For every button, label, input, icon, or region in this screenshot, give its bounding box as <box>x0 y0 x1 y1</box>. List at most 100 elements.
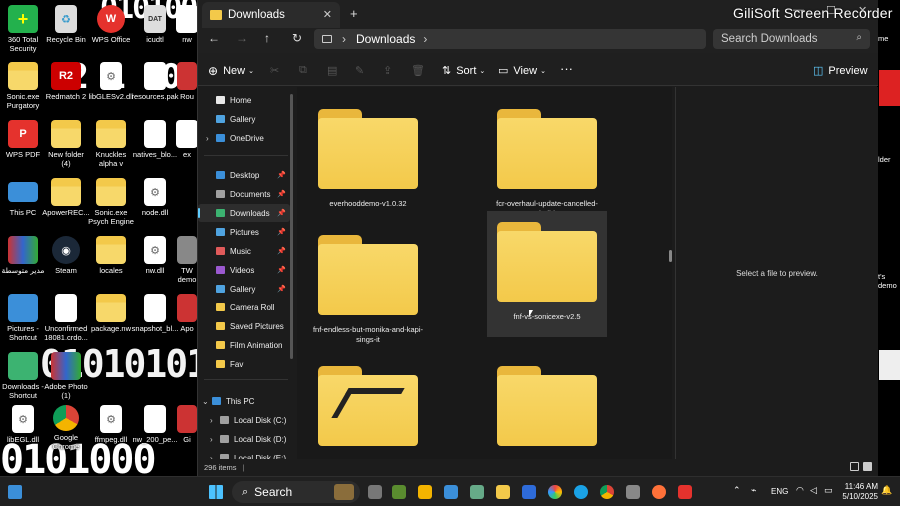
desktop-icon[interactable]: resources.pak <box>131 62 179 101</box>
nav-item[interactable]: Documents 📌 <box>198 185 290 203</box>
desktop-icon[interactable]: Rou <box>176 62 198 101</box>
chevron-right-icon[interactable]: › <box>342 32 346 46</box>
desktop-icon[interactable]: Google Chrome <box>43 405 89 451</box>
forward-arrow-icon[interactable]: → <box>236 31 248 45</box>
chevron-down-icon[interactable]: ⌄ <box>202 397 212 406</box>
nav-scrollbar[interactable] <box>290 94 293 359</box>
desktop-icon[interactable]: New folder (4) <box>43 120 89 168</box>
nav-item[interactable]: Home <box>198 91 290 109</box>
delete-icon[interactable]: 🗑 <box>411 64 425 77</box>
paste-icon[interactable]: ▤ <box>327 64 337 77</box>
widgets-icon[interactable] <box>8 485 22 499</box>
chevron-right-icon[interactable]: › <box>206 134 216 143</box>
nav-item[interactable]: Camera Roll <box>198 298 290 316</box>
app-cube-icon[interactable] <box>418 485 432 499</box>
chrome-icon[interactable] <box>600 485 614 499</box>
file-tile[interactable]: fnf-vs-sonicexe-v2.5 <box>487 211 607 337</box>
desktop-icon[interactable]: nw_200_pe... <box>132 405 178 444</box>
nav-item[interactable]: Gallery <box>198 110 290 128</box>
desktop-icon[interactable]: ◉ Steam <box>43 236 89 275</box>
desktop-icon[interactable]: ⚙ ffmpeg.dll <box>88 405 134 444</box>
desktop-icon[interactable]: natives_blo... <box>132 120 178 159</box>
file-tile[interactable]: fnf-endless-but-monika-and-kapi-sings-it <box>308 224 428 350</box>
nav-item[interactable]: Desktop 📌 <box>198 166 290 184</box>
desktop-icon[interactable]: ♻ Recycle Bin <box>43 5 89 44</box>
content-scrollbar[interactable] <box>669 250 672 262</box>
desktop-edge-app-icon[interactable] <box>879 70 900 106</box>
wifi-icon[interactable]: ◠ <box>796 485 804 496</box>
desktop-icon[interactable]: ⚙ nw.dll <box>132 236 178 275</box>
nav-item[interactable]: Fav <box>198 355 290 373</box>
desktop-icon[interactable]: +360 Total Security <box>0 5 46 53</box>
nav-item[interactable]: › Local Disk (D:) <box>198 430 290 448</box>
desktop-icon[interactable]: Unconfirmed 18081.crdo... <box>43 294 89 342</box>
file-tile[interactable] <box>487 355 607 459</box>
desktop-icon[interactable]: locales <box>88 236 134 275</box>
nav-item[interactable]: Saved Pictures <box>198 317 290 335</box>
network-off-icon[interactable]: ⌁ <box>751 485 756 496</box>
up-arrow-icon[interactable]: ↑ <box>264 31 270 45</box>
nav-item[interactable]: › OneDrive <box>198 129 290 147</box>
desktop-icon[interactable]: Knuckles alpha v <box>88 120 134 168</box>
file-explorer-taskbar-icon[interactable] <box>496 485 510 499</box>
search-input[interactable]: Search Downloads ⌕ <box>713 29 870 49</box>
desktop-icon[interactable]: Pictures - Shortcut <box>0 294 46 342</box>
file-tile[interactable]: fcr-overhaul-update-cancelled-build <box>487 98 607 224</box>
desktop-icon[interactable]: Gi <box>176 405 198 444</box>
desktop-icon[interactable]: Downloads - Shortcut <box>0 352 46 400</box>
photo-app-icon[interactable] <box>470 485 484 499</box>
chevron-right-icon[interactable]: › <box>210 416 220 425</box>
desktop-icon[interactable]: This PC <box>0 178 46 217</box>
close-tab-icon[interactable]: ✕ <box>323 8 332 21</box>
breadcrumb-downloads[interactable]: Downloads <box>356 32 415 46</box>
rename-icon[interactable]: ✎ <box>355 64 364 77</box>
address-bar[interactable]: › Downloads › <box>314 29 706 49</box>
notification-bell-icon[interactable]: 🔔 <box>881 485 892 496</box>
recorder-app-icon[interactable] <box>678 485 692 499</box>
desktop-icon[interactable]: nw <box>176 5 198 44</box>
file-tile[interactable] <box>308 355 428 459</box>
new-button[interactable]: ⊕ New ⌄ <box>208 64 254 78</box>
file-explorer-window[interactable]: Downloads ✕ + — ☐ ✕ ← → ↑ ↻ › Downloads … <box>197 0 878 476</box>
cut-icon[interactable]: ✂ <box>270 64 279 77</box>
preview-pane-button[interactable]: ◫ Preview <box>813 64 868 78</box>
desktop-icon[interactable]: Sonic.exe Psych Engine <box>88 178 134 226</box>
desktop-icon[interactable]: ⚙ libEGL.dll <box>0 405 46 444</box>
desktop-icon[interactable]: TW demo <box>176 236 198 284</box>
refresh-icon[interactable]: ↻ <box>292 31 302 45</box>
desktop-icon[interactable]: ApowerREC... <box>42 178 90 217</box>
copy-icon[interactable]: ⧉ <box>299 64 307 77</box>
desktop-icon[interactable]: Sonic.exe Purgatory <box>0 62 46 110</box>
firefox-icon[interactable] <box>652 485 666 499</box>
desktop-icon[interactable]: مدير متوسطة <box>0 236 46 275</box>
nav-item[interactable]: Music 📌 <box>198 242 290 260</box>
nav-item[interactable]: Videos 📌 <box>198 261 290 279</box>
minecraft-icon[interactable] <box>392 485 406 499</box>
desktop-icon[interactable]: R2 Redmatch 2 <box>43 62 89 101</box>
edge-icon[interactable] <box>574 485 588 499</box>
taskbar-search[interactable]: ⌕ Search <box>232 481 360 503</box>
task-view-icon[interactable] <box>368 485 382 499</box>
details-view-button[interactable] <box>850 462 859 471</box>
chevron-right-icon[interactable]: › <box>210 435 220 444</box>
desktop-icon[interactable]: ⚙ node.dll <box>132 178 178 217</box>
desktop-icon[interactable]: Adobe Photo (1) <box>43 352 89 400</box>
desktop-icon[interactable]: P WPS PDF <box>0 120 46 159</box>
chevron-right-icon[interactable]: › <box>423 32 427 46</box>
more-options-button[interactable]: ··· <box>560 61 573 76</box>
back-arrow-icon[interactable]: ← <box>208 31 220 45</box>
store-icon[interactable] <box>522 485 536 499</box>
volume-icon[interactable]: ◁ <box>810 485 817 496</box>
media-player-icon[interactable] <box>626 485 640 499</box>
nav-item[interactable]: Pictures 📌 <box>198 223 290 241</box>
desktop-icon[interactable]: W WPS Office <box>88 5 134 44</box>
language-indicator[interactable]: ENG <box>771 487 788 496</box>
clock[interactable]: 11:46 AM 5/10/2025 <box>836 482 878 502</box>
nav-item[interactable]: › Local Disk (C:) <box>198 411 290 429</box>
desktop-icon[interactable]: snapshot_bl... <box>132 294 178 333</box>
sort-button[interactable]: ⇅ Sort ⌄ <box>442 64 485 78</box>
nav-item[interactable]: Gallery 📌 <box>198 280 290 298</box>
desktop-icon[interactable]: package.nw <box>88 294 134 333</box>
nav-item[interactable]: › Local Disk (E:) <box>198 449 290 459</box>
share-icon[interactable]: ⇪ <box>383 64 392 77</box>
